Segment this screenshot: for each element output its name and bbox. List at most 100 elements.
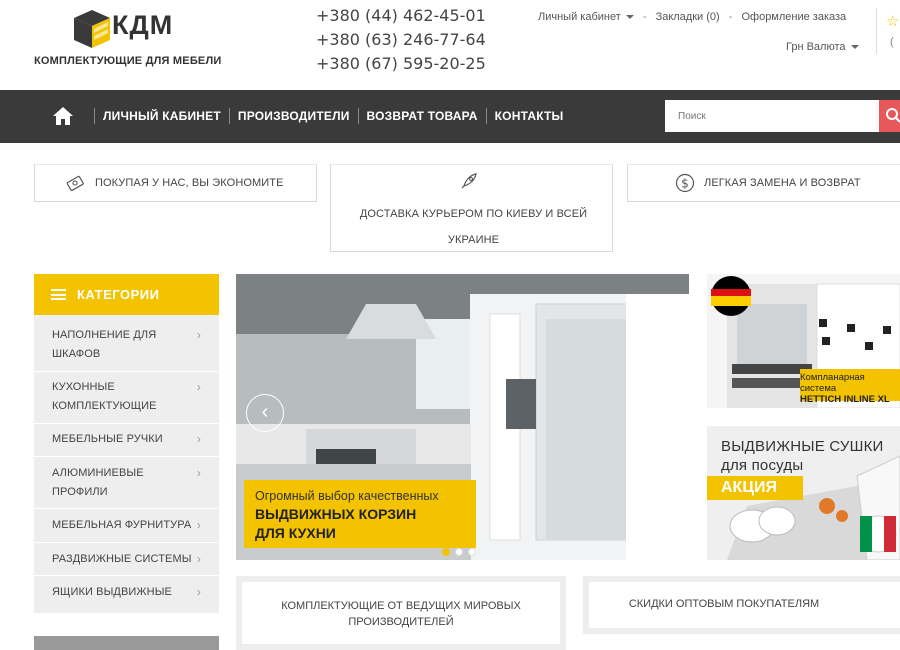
divider	[34, 371, 219, 372]
category-item[interactable]: АЛЮМИНИЕВЫЕ ПРОФИЛИ ›	[52, 464, 201, 502]
money-tag-icon	[66, 175, 84, 192]
chevron-right-icon: ›	[196, 380, 201, 394]
banner-label-line: HETTICH INLINE XL	[800, 394, 890, 405]
divider	[876, 8, 877, 54]
category-label: КУХОННЫЕ КОМПЛЕКТУЮЩИЕ	[52, 381, 157, 412]
slide-caption-line: ДЛЯ КУХНИ	[255, 525, 336, 541]
bookmarks-link[interactable]: Закладки (0)	[656, 11, 720, 23]
benefit-text: ДОСТАВКА КУРЬЕРОМ ПО КИЕВУ И ВСЕЙ УКРАИН…	[359, 208, 588, 246]
search-icon	[886, 108, 900, 123]
menu-icon	[51, 289, 66, 300]
category-label: НАПОЛНЕНИЕ ДЛЯ ШКАФОВ	[52, 329, 157, 360]
slider-dot[interactable]	[455, 548, 463, 556]
banner-label-line: система	[800, 383, 837, 394]
dollar-circle-icon: $	[675, 173, 695, 193]
category-item[interactable]: РАЗДВИЖНЫЕ СИСТЕМЫ ›	[52, 550, 201, 569]
category-label: РАЗДВИЖНЫЕ СИСТЕМЫ	[52, 553, 192, 565]
benefit-text: ПОКУПАЯ У НАС, ВЫ ЭКОНОМИТЕ	[95, 177, 284, 189]
nav-items: ЛИЧНЫЙ КАБИНЕТ ПРОИЗВОДИТЕЛИ ВОЗВРАТ ТОВ…	[86, 108, 564, 124]
benefit-returns: $ ЛЕГКАЯ ЗАМЕНА И ВОЗВРАТ	[627, 164, 900, 202]
category-item[interactable]: КУХОННЫЕ КОМПЛЕКТУЮЩИЕ ›	[52, 378, 201, 416]
slider-next-button[interactable]: ›	[640, 394, 678, 432]
category-item[interactable]: МЕБЕЛЬНАЯ ФУРНИТУРА ›	[52, 516, 201, 535]
info-box-text: СКИДКИ ОПТОВЫМ ПОКУПАТЕЛЯМ	[628, 598, 820, 610]
banner-label-line: Компланарная	[800, 372, 865, 383]
caret-down-icon	[850, 45, 859, 50]
slider-dot[interactable]	[442, 548, 450, 556]
slide-caption-line: Огромный выбор качественных	[255, 489, 439, 503]
site-header: КДМ КОМПЛЕКТУЮЩИЕ ДЛЯ МЕБЕЛИ +380 (44) 4…	[0, 0, 900, 90]
chevron-left-icon: ‹	[261, 401, 269, 423]
account-label: Личный кабинет	[538, 11, 621, 23]
home-icon[interactable]	[52, 105, 74, 127]
category-item[interactable]: МЕБЕЛЬНЫЕ РУЧКИ ›	[52, 430, 201, 449]
chevron-right-icon: ›	[196, 432, 201, 446]
chevron-right-icon: ›	[196, 328, 201, 342]
divider	[34, 508, 219, 509]
banner-title: ВЫДВИЖНЫЕ СУШКИ для посуды	[721, 437, 884, 475]
nav-separator	[228, 108, 230, 124]
slide-caption-line: ВЫДВИЖНЫХ КОРЗИН	[255, 506, 417, 522]
sale-badge: АКЦИЯ	[707, 476, 803, 500]
nav-separator	[94, 108, 95, 124]
nav-item-manufacturers[interactable]: ПРОИЗВОДИТЕЛИ	[238, 109, 350, 123]
phone-list: +380 (44) 462-45-01 +380 (63) 246-77-64 …	[316, 4, 486, 76]
separator: -	[728, 11, 733, 23]
slider-prev-button[interactable]: ‹	[246, 394, 284, 432]
slide-caption-headline: ВЫДВИЖНЫХ КОРЗИН ДЛЯ КУХНИ	[255, 505, 416, 543]
banner-title-line: для посуды	[721, 457, 804, 474]
phone-number[interactable]: +380 (63) 246-77-64	[316, 28, 486, 52]
promo-banner-dish-racks[interactable]: ВЫДВИЖНЫЕ СУШКИ для посуды АКЦИЯ	[707, 426, 900, 560]
promo-banner-hettich[interactable]: Компланарная система HETTICH INLINE XL	[707, 274, 900, 408]
account-dropdown[interactable]: Личный кабинет	[538, 11, 634, 23]
info-box-text: КОМПЛЕКТУЮЩИЕ ОТ ВЕДУЩИХ МИРОВЫХ ПРОИЗВО…	[281, 600, 521, 628]
benefit-savings: ПОКУПАЯ У НАС, ВЫ ЭКОНОМИТЕ	[34, 164, 317, 202]
phone-number[interactable]: +380 (44) 462-45-01	[316, 4, 486, 28]
top-links: Личный кабинет - Закладки (0) - Оформлен…	[538, 11, 846, 23]
chevron-right-icon: ›	[196, 585, 201, 599]
slide-caption: Огромный выбор качественных ВЫДВИЖНЫХ КО…	[244, 480, 476, 548]
currency-label: Грн Валюта	[786, 41, 846, 53]
nav-item-returns[interactable]: ВОЗВРАТ ТОВАРА	[367, 109, 478, 123]
categories-header[interactable]: КАТЕГОРИИ	[34, 274, 219, 315]
search-input[interactable]	[665, 100, 879, 132]
slider-dots	[442, 543, 481, 561]
checkout-link[interactable]: Оформление заказа	[741, 11, 846, 23]
search-button[interactable]	[879, 100, 900, 132]
nav-item-account[interactable]: ЛИЧНЫЙ КАБИНЕТ	[103, 109, 221, 123]
sidebar-block	[34, 636, 219, 650]
chevron-right-icon: ›	[655, 401, 663, 423]
nav-item-contacts[interactable]: КОНТАКТЫ	[495, 109, 564, 123]
separator: -	[642, 11, 647, 23]
logo-text[interactable]: КДМ	[112, 10, 173, 41]
phone-number[interactable]: +380 (67) 595-20-25	[316, 52, 486, 76]
benefit-text: ЛЕГКАЯ ЗАМЕНА И ВОЗВРАТ	[704, 177, 861, 189]
slider-dot[interactable]	[468, 548, 476, 556]
category-label: ЯЩИКИ ВЫДВИЖНЫЕ	[52, 586, 172, 598]
divider	[34, 456, 219, 457]
cart-icon[interactable]: ☆	[886, 12, 899, 30]
divider	[34, 542, 219, 543]
info-box-wholesale: СКИДКИ ОПТОВЫМ ПОКУПАТЕЛЯМ	[583, 576, 900, 634]
caret-down-icon	[625, 15, 634, 20]
cart-label: (	[890, 36, 894, 48]
benefit-delivery: ДОСТАВКА КУРЬЕРОМ ПО КИЕВУ И ВСЕЙ УКРАИН…	[330, 164, 613, 252]
info-box-brands: КОМПЛЕКТУЮЩИЕ ОТ ВЕДУЩИХ МИРОВЫХ ПРОИЗВО…	[236, 576, 566, 650]
nav-separator	[357, 108, 359, 124]
category-item[interactable]: НАПОЛНЕНИЕ ДЛЯ ШКАФОВ ›	[52, 326, 201, 364]
logo-subtitle: КОМПЛЕКТУЮЩИЕ ДЛЯ МЕБЕЛИ	[34, 55, 222, 67]
chevron-right-icon: ›	[196, 466, 201, 480]
svg-text:$: $	[681, 177, 689, 191]
category-label: МЕБЕЛЬНАЯ ФУРНИТУРА	[52, 519, 192, 531]
banner-title-line: ВЫДВИЖНЫЕ СУШКИ	[721, 438, 884, 455]
banner-label: Компланарная система HETTICH INLINE XL	[800, 369, 900, 405]
chevron-right-icon: ›	[196, 518, 201, 532]
categories-title: КАТЕГОРИИ	[77, 287, 160, 302]
nav-separator	[485, 108, 487, 124]
category-label: МЕБЕЛЬНЫЕ РУЧКИ	[52, 433, 163, 445]
category-list: НАПОЛНЕНИЕ ДЛЯ ШКАФОВ › КУХОННЫЕ КОМПЛЕКТ…	[34, 315, 219, 613]
category-item[interactable]: ЯЩИКИ ВЫДВИЖНЫЕ ›	[52, 583, 201, 602]
chevron-right-icon: ›	[196, 552, 201, 566]
currency-dropdown[interactable]: Грн Валюта	[786, 41, 859, 53]
category-label: АЛЮМИНИЕВЫЕ ПРОФИЛИ	[52, 467, 144, 498]
